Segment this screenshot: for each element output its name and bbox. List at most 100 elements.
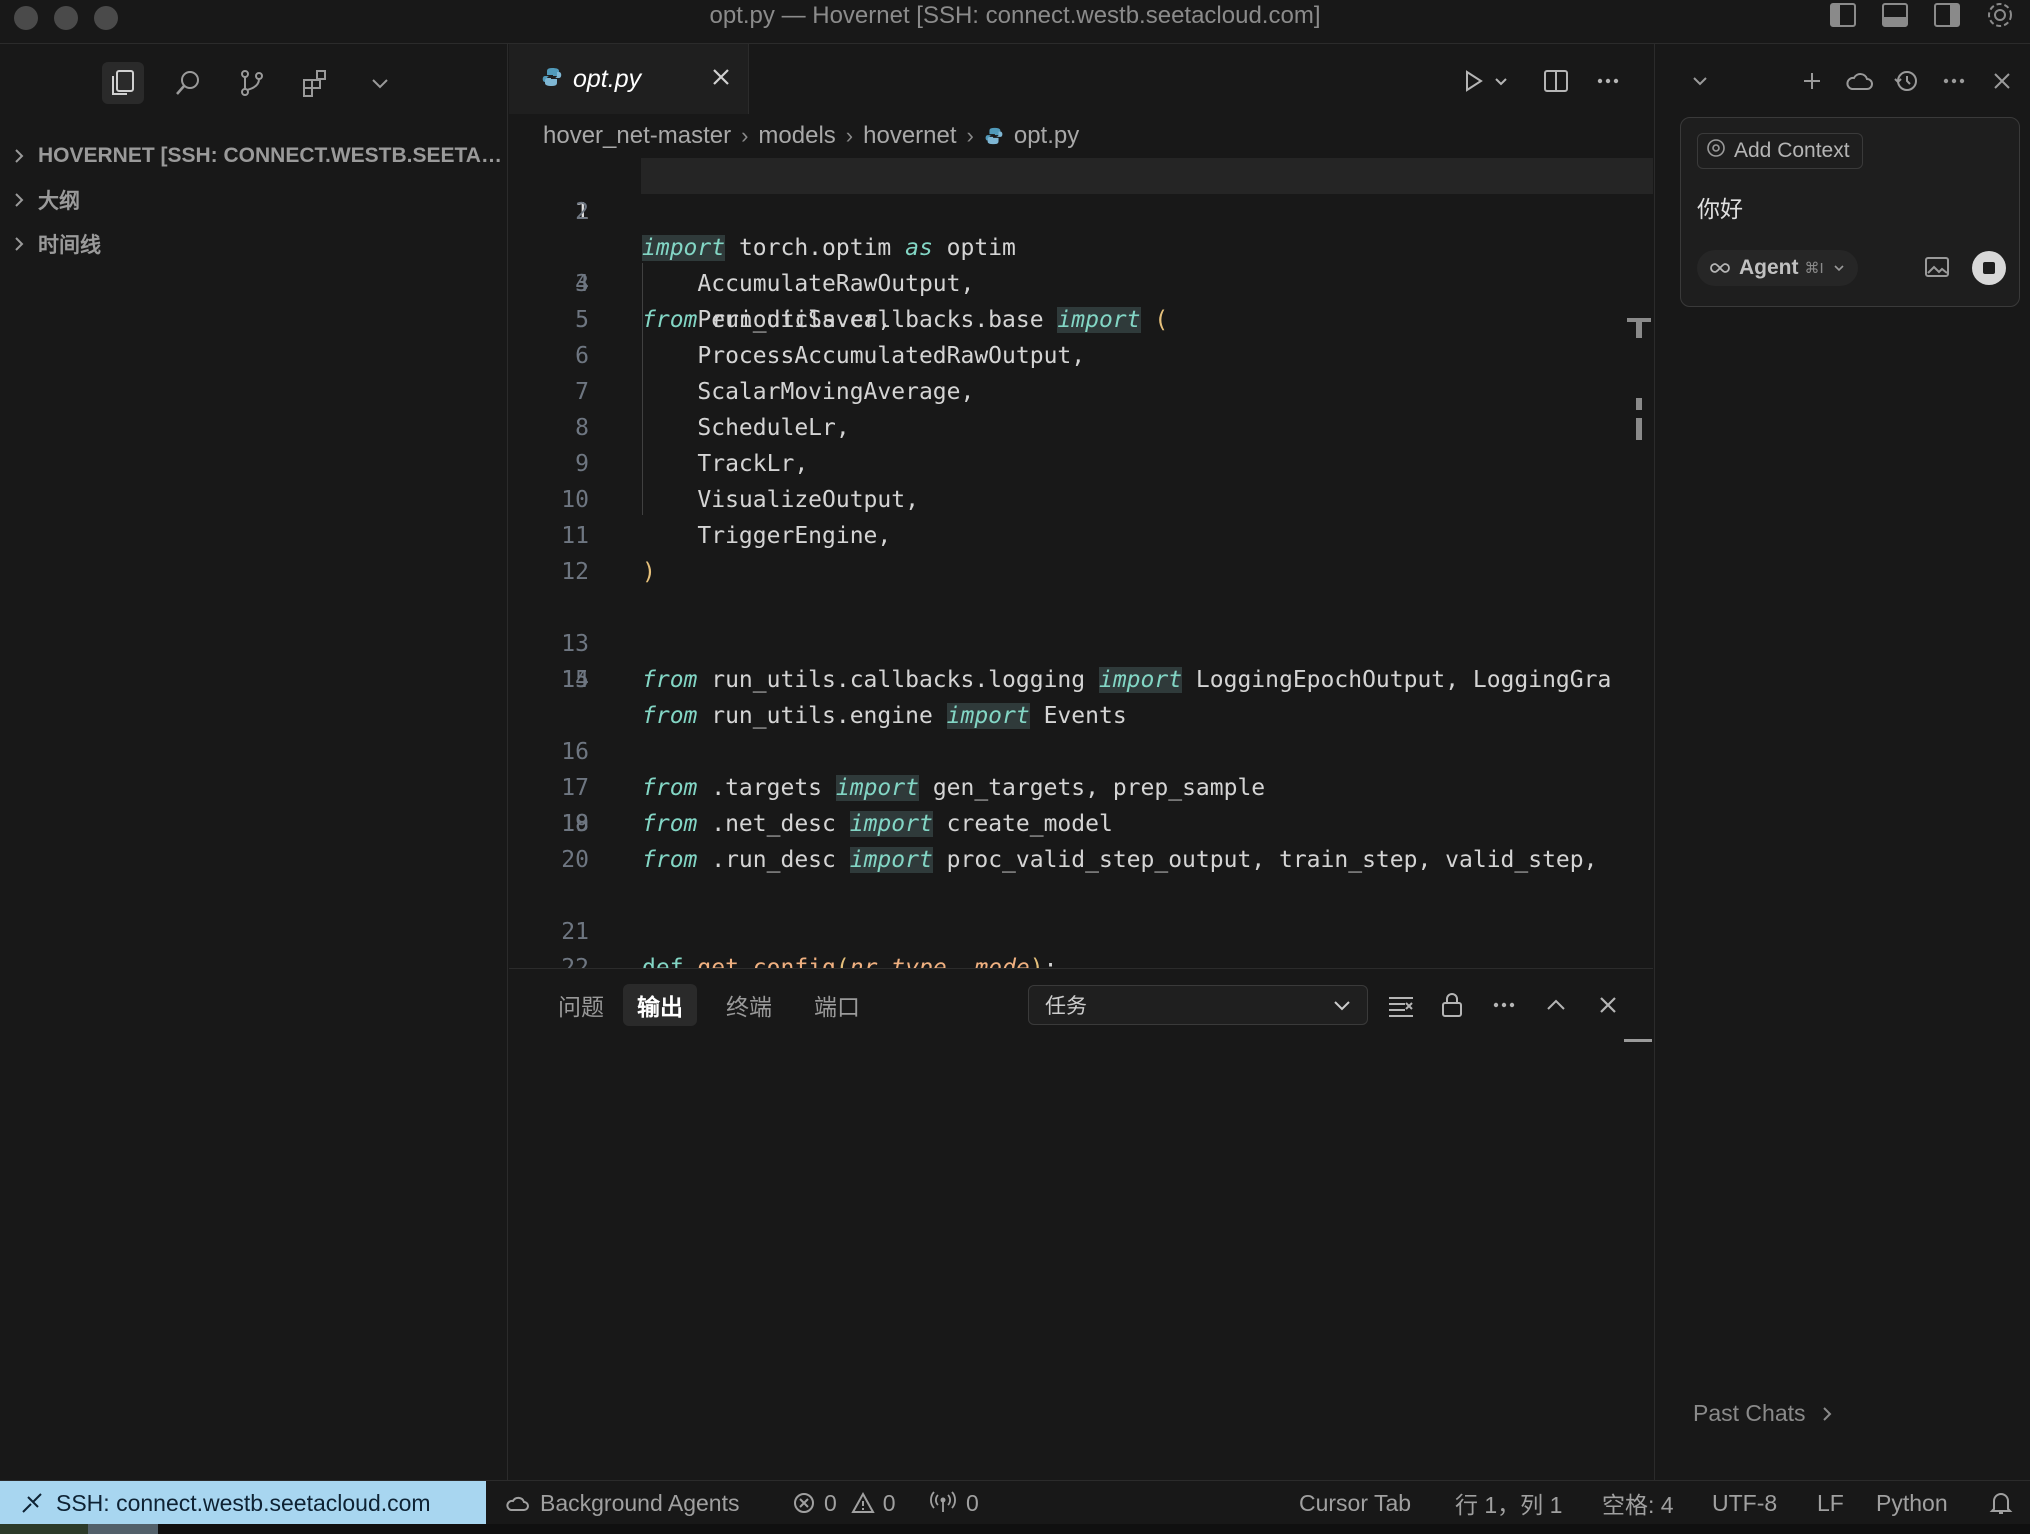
cursor-position-item[interactable]: 行 1，列 1: [1455, 1481, 1562, 1525]
code-line: 11 TriggerEngine,: [561, 523, 892, 549]
breadcrumb-item[interactable]: opt.py: [1014, 122, 1079, 150]
more-views-chevron-down-icon[interactable]: [359, 62, 401, 104]
section-label: HOVERNET [SSH: CONNECT.WESTB.SEETACLOUD.…: [38, 144, 508, 167]
tab-ports[interactable]: 端口: [800, 984, 874, 1026]
chevron-right-icon: ›: [741, 123, 749, 148]
explorer-icon[interactable]: [102, 62, 144, 104]
add-context-button[interactable]: Add Context: [1697, 133, 1863, 169]
cursor-tab-item[interactable]: Cursor Tab: [1299, 1481, 1411, 1525]
maximize-panel-chevron-up-icon[interactable]: [1538, 987, 1574, 1023]
explorer-section-workspace[interactable]: HOVERNET [SSH: CONNECT.WESTB.SEETACLOUD.…: [0, 136, 508, 176]
run-options-chevron-down-icon[interactable]: [1484, 64, 1518, 98]
cloud-icon: [504, 1492, 530, 1514]
chat-history-chevron-down-icon[interactable]: [1683, 64, 1717, 98]
remote-label: SSH: connect.westb.seetacloud.com: [56, 1489, 431, 1516]
code-line: 13 from run_utils.callbacks.logging impo…: [561, 631, 1612, 693]
code-line: 8 ScheduleLr,: [575, 415, 850, 441]
code-line: 14 from run_utils.engine import Events: [561, 667, 1127, 729]
language-mode-item[interactable]: Python: [1876, 1481, 1948, 1525]
chevron-right-icon: ›: [966, 123, 974, 148]
agent-mode-label: Agent: [1739, 256, 1799, 279]
chevron-right-icon: [0, 191, 38, 209]
breadcrumb-item[interactable]: hover_net-master: [543, 122, 731, 150]
source-control-icon[interactable]: [231, 62, 273, 104]
python-file-icon: [541, 66, 563, 93]
code-line: 17 from .net_desc import create_model: [561, 775, 1113, 837]
more-actions-icon[interactable]: [1937, 64, 1971, 98]
explorer-section-outline[interactable]: 大纲: [0, 180, 508, 220]
tab-label: opt.py: [573, 64, 642, 93]
python-file-icon: [984, 126, 1004, 146]
warning-count: 0: [882, 1489, 896, 1516]
warning-icon: [851, 1491, 875, 1515]
chevron-right-icon: ›: [845, 123, 854, 148]
tab-problems[interactable]: 问题: [544, 984, 618, 1026]
explorer-section-timeline[interactable]: 时间线: [0, 224, 508, 264]
new-chat-plus-icon[interactable]: [1795, 64, 1829, 98]
stop-generation-button[interactable]: [1972, 251, 2006, 285]
chat-composer[interactable]: Add Context 你好 Agent ⌘I: [1680, 117, 2020, 307]
search-icon[interactable]: [167, 62, 209, 104]
settings-gear-icon[interactable]: [1985, 0, 2015, 30]
primary-sidebar: HOVERNET [SSH: CONNECT.WESTB.SEETACLOUD.…: [0, 44, 508, 1480]
more-actions-icon[interactable]: [1486, 987, 1522, 1023]
section-label: 时间线: [38, 234, 101, 257]
split-editor-icon[interactable]: [1539, 64, 1573, 98]
desktop-background-strip: [0, 1524, 2030, 1534]
more-actions-icon[interactable]: [1591, 64, 1625, 98]
lock-scroll-icon[interactable]: [1434, 987, 1470, 1023]
close-panel-icon[interactable]: [1590, 987, 1626, 1023]
close-tab-icon[interactable]: [708, 64, 734, 95]
clear-output-icon[interactable]: [1383, 987, 1419, 1023]
chevron-down-icon: [1331, 994, 1353, 1022]
remote-connection-icon: [20, 1491, 44, 1515]
breadcrumb-item[interactable]: hovernet: [863, 122, 956, 150]
output-channel-value: 任务: [1045, 995, 1087, 1018]
editor-tab-bar: opt.py: [509, 44, 1653, 114]
chat-input-text[interactable]: 你好: [1697, 190, 1743, 224]
add-context-label: Add Context: [1734, 139, 1850, 162]
window-title: opt.py — Hovernet [SSH: connect.westb.se…: [709, 2, 1321, 29]
code-line: 7 ScalarMovingAverage,: [575, 379, 975, 405]
history-clock-icon[interactable]: [1889, 64, 1923, 98]
past-chats-link[interactable]: Past Chats: [1693, 1400, 1834, 1427]
toggle-primary-sidebar-icon[interactable]: [1828, 0, 1858, 30]
editor-area: opt.py hover_net-master › models › hover…: [509, 44, 1653, 968]
code-editor[interactable]: 1 import torch.optim as optim 2 3 from r…: [509, 158, 1653, 968]
chevron-right-icon: [1820, 1404, 1834, 1424]
code-line: 16 from .targets import gen_targets, pre…: [561, 739, 1266, 801]
ports-indicator[interactable]: 0: [930, 1481, 979, 1525]
encoding-item[interactable]: UTF-8: [1712, 1481, 1777, 1525]
cloud-icon[interactable]: [1842, 64, 1876, 98]
stop-icon: [1983, 262, 1995, 274]
code-line: 4 AccumulateRawOutput,: [575, 271, 975, 297]
breadcrumb-item[interactable]: models: [758, 122, 835, 150]
output-channel-select[interactable]: 任务: [1028, 985, 1368, 1025]
title-bar: opt.py — Hovernet [SSH: connect.westb.se…: [0, 0, 2030, 44]
code-line: 19: [561, 811, 589, 837]
agent-mode-selector[interactable]: Agent ⌘I: [1697, 250, 1858, 286]
code-line: 20: [561, 847, 589, 873]
code-line: 15: [561, 667, 589, 693]
section-label: 大纲: [38, 190, 80, 213]
code-line: 6 ProcessAccumulatedRawOutput,: [575, 343, 1086, 369]
background-agents-item[interactable]: Background Agents: [504, 1481, 739, 1525]
tab-output[interactable]: 输出: [623, 984, 697, 1026]
code-line: 22 return {: [561, 955, 589, 968]
notifications-bell-icon[interactable]: [1988, 1481, 2014, 1525]
image-attach-icon[interactable]: [1923, 254, 1951, 285]
editor-tab[interactable]: opt.py: [509, 44, 749, 114]
remote-indicator[interactable]: SSH: connect.westb.seetacloud.com: [0, 1481, 486, 1525]
close-chat-icon[interactable]: [1985, 64, 2019, 98]
toggle-panel-icon[interactable]: [1880, 0, 1910, 30]
extensions-icon[interactable]: [294, 62, 336, 104]
toggle-secondary-sidebar-icon[interactable]: [1932, 0, 1962, 30]
overview-ruler[interactable]: [1627, 318, 1651, 494]
chat-panel: Add Context 你好 Agent ⌘I Past Chats: [1654, 44, 2030, 1480]
indentation-item[interactable]: 空格: 4: [1602, 1481, 1674, 1525]
past-chats-label: Past Chats: [1693, 1400, 1806, 1426]
line-ending-item[interactable]: LF: [1817, 1481, 1844, 1525]
breadcrumb: hover_net-master › models › hovernet › o…: [543, 114, 1079, 158]
problems-indicator[interactable]: 0 0: [792, 1481, 896, 1525]
tab-terminal[interactable]: 终端: [712, 984, 786, 1026]
